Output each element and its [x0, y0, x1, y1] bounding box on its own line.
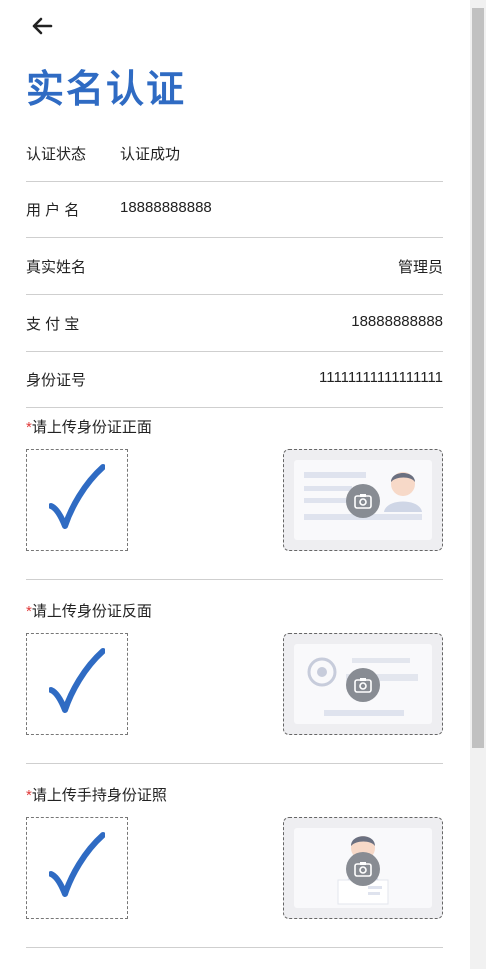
- uploaded-preview-front[interactable]: [26, 449, 128, 551]
- camera-icon: [346, 668, 380, 702]
- upload-button-handheld[interactable]: [283, 817, 443, 919]
- section-divider: [26, 947, 443, 948]
- back-button[interactable]: [30, 14, 54, 38]
- field-row-status: 认证状态 认证成功: [26, 126, 443, 182]
- field-value: 管理员: [397, 259, 443, 276]
- field-label: 真实姓名: [26, 259, 87, 276]
- field-value: 18888888888: [351, 313, 443, 330]
- upload-label-text: 请上传身份证正面: [31, 419, 152, 436]
- upload-label-handheld: *请上传手持身份证照: [26, 784, 167, 805]
- page-title: 实名认证: [26, 69, 187, 111]
- camera-icon: [346, 852, 380, 886]
- checkmark-icon: [49, 464, 105, 529]
- field-label: 身份证号: [26, 372, 87, 389]
- camera-icon: [346, 484, 380, 518]
- section-divider: [26, 579, 443, 580]
- field-row-realname: 真实姓名 管理员: [26, 239, 443, 295]
- field-row-username: 用 户 名 18888888888: [26, 182, 443, 238]
- upload-label-front: *请上传身份证正面: [26, 416, 152, 437]
- field-label: 认证状态: [26, 146, 87, 163]
- uploaded-preview-back[interactable]: [26, 633, 128, 735]
- upload-label-back: *请上传身份证反面: [26, 600, 152, 621]
- field-value: 认证成功: [120, 146, 181, 163]
- checkmark-icon: [49, 648, 105, 713]
- field-label: 用 户 名: [26, 202, 80, 219]
- checkmark-icon: [49, 832, 105, 897]
- field-row-alipay: 支 付 宝 18888888888: [26, 296, 443, 352]
- arrow-left-icon: [32, 17, 53, 35]
- uploaded-preview-handheld[interactable]: [26, 817, 128, 919]
- upload-button-back[interactable]: [283, 633, 443, 735]
- vertical-scrollbar[interactable]: [470, 0, 486, 969]
- upload-label-text: 请上传身份证反面: [31, 603, 152, 620]
- field-value: 18888888888: [120, 199, 212, 216]
- field-value: 11111111111111111: [318, 369, 443, 386]
- upload-button-front[interactable]: [283, 449, 443, 551]
- scrollbar-thumb[interactable]: [472, 8, 484, 748]
- upload-label-text: 请上传手持身份证照: [31, 787, 167, 804]
- section-divider: [26, 763, 443, 764]
- field-label: 支 付 宝: [26, 316, 80, 333]
- field-row-idnumber: 身份证号 11111111111111111: [26, 352, 443, 408]
